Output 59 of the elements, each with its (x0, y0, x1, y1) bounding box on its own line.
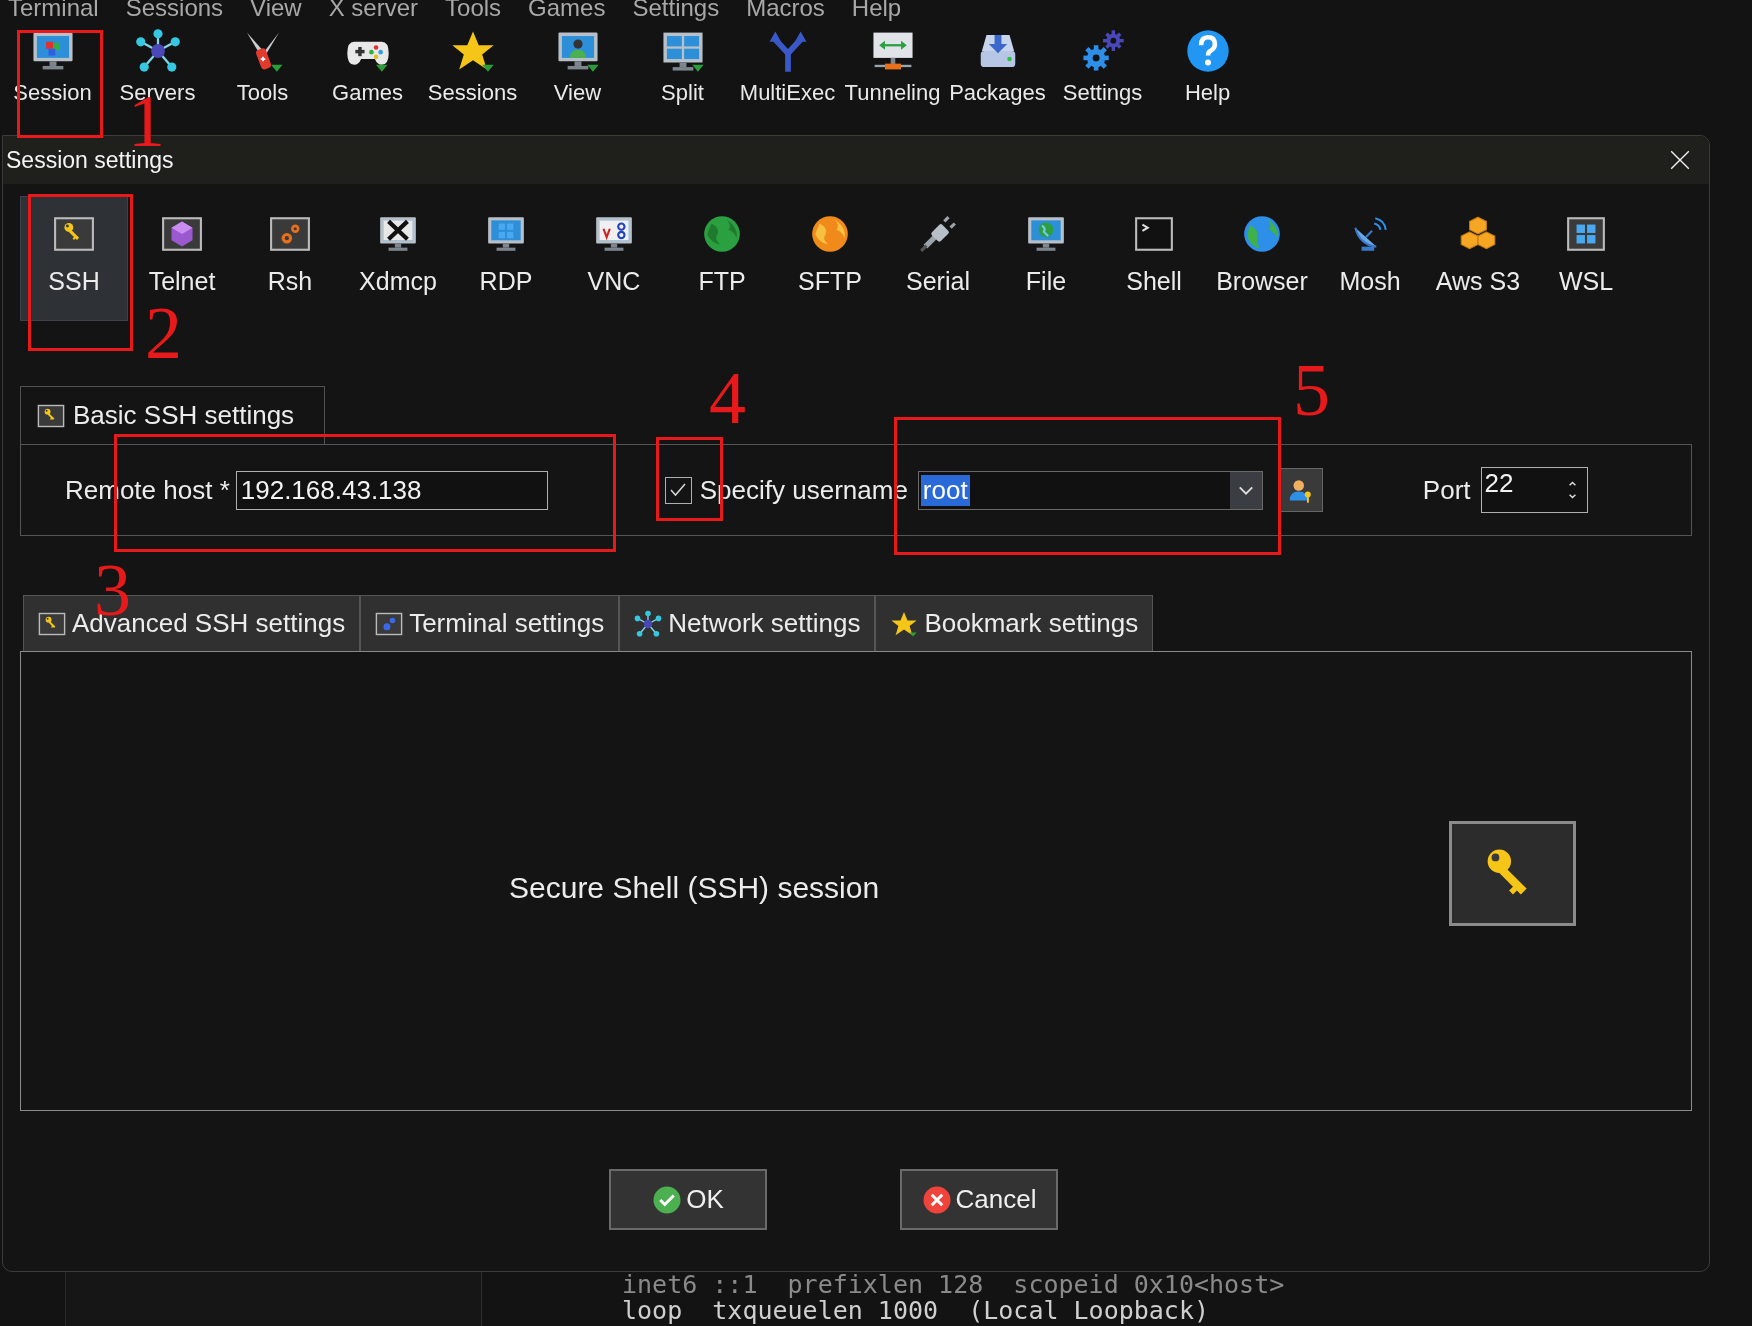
menu-item[interactable]: Games (528, 0, 606, 22)
username-checkbox[interactable] (664, 476, 692, 504)
checkmark-icon (652, 1184, 683, 1215)
session-type-button[interactable]: Serial (884, 196, 992, 321)
toolbar-button[interactable]: Settings (1050, 28, 1155, 106)
username-field[interactable]: root (917, 470, 1263, 510)
globe-icon (1241, 213, 1283, 255)
port-label: Port (1422, 474, 1471, 506)
menu-item[interactable]: Macros (746, 0, 825, 22)
session-type-button[interactable]: Shell (1100, 196, 1208, 321)
toolbar-button[interactable]: MultiExec (735, 28, 840, 106)
callout-number: 4 (709, 361, 746, 435)
basic-settings-tab[interactable]: Basic SSH settings (20, 386, 325, 444)
user-key-button[interactable] (1278, 468, 1323, 512)
session-type-button[interactable]: Aws S3 (1424, 196, 1532, 321)
port-field[interactable]: 22 (1480, 467, 1588, 513)
session-type-button[interactable]: FTP (668, 196, 776, 321)
network-icon (134, 28, 181, 74)
session-type-button[interactable]: File (992, 196, 1100, 321)
toolbar-button[interactable]: Tools (210, 28, 315, 106)
toolbar-button[interactable]: Help (1155, 28, 1260, 106)
toolbar-button[interactable]: Packages (945, 28, 1050, 106)
session-type-button[interactable]: WSL (1532, 196, 1640, 321)
settings-tab[interactable]: Bookmark settings (875, 595, 1154, 651)
menu-item[interactable]: X server (328, 0, 419, 22)
session-type-button[interactable]: Xdmcp (344, 196, 452, 321)
terminal-line: loop txqueuelen 1000 (Local Loopback) (622, 1297, 1209, 1324)
ok-button[interactable]: OK (609, 1169, 767, 1230)
toolbar-button[interactable]: View (525, 28, 630, 106)
session-type-button[interactable]: SFTP (776, 196, 884, 321)
session-type-button[interactable]: Browser (1208, 196, 1316, 321)
session-type-button[interactable]: VNC (560, 196, 668, 321)
toolbar-button[interactable]: Split (630, 28, 735, 106)
chevron-down-icon (1238, 485, 1253, 495)
globe-icon (701, 213, 743, 255)
toolbar-button[interactable]: Tunneling (840, 28, 945, 106)
session-type-button[interactable]: Mosh (1316, 196, 1424, 321)
globe-icon (809, 213, 851, 255)
terminal-line: inet6 ::1 prefixlen 128 scopeid 0x10<host> (622, 1271, 1285, 1298)
session-type-button[interactable]: SSH (20, 196, 128, 321)
remote-host-field[interactable]: 192.168.43.138 (235, 470, 548, 510)
spin-arrows-icon (1568, 481, 1576, 499)
settings-tab[interactable]: Terminal settings (360, 595, 620, 651)
callout-number: 2 (145, 296, 182, 370)
session-type-button[interactable]: RDP (452, 196, 560, 321)
help-icon (1184, 28, 1231, 74)
callout-number: 5 (1293, 353, 1330, 427)
close-icon (1669, 149, 1691, 171)
dropdown-button[interactable] (1229, 471, 1262, 509)
toolbar-button[interactable]: Games (315, 28, 420, 106)
session-type-button[interactable]: Rsh (236, 196, 344, 321)
cancel-button[interactable]: Cancel (900, 1169, 1058, 1230)
settings-tab[interactable]: Network settings (619, 595, 876, 651)
dialog-title: Session settings (5, 146, 174, 174)
plug-icon (917, 213, 959, 255)
network-icon (634, 609, 663, 638)
cancel-icon (921, 1184, 952, 1215)
session-description: Secure Shell (SSH) session (509, 871, 880, 905)
toolbar-button[interactable]: Sessions (420, 28, 525, 106)
